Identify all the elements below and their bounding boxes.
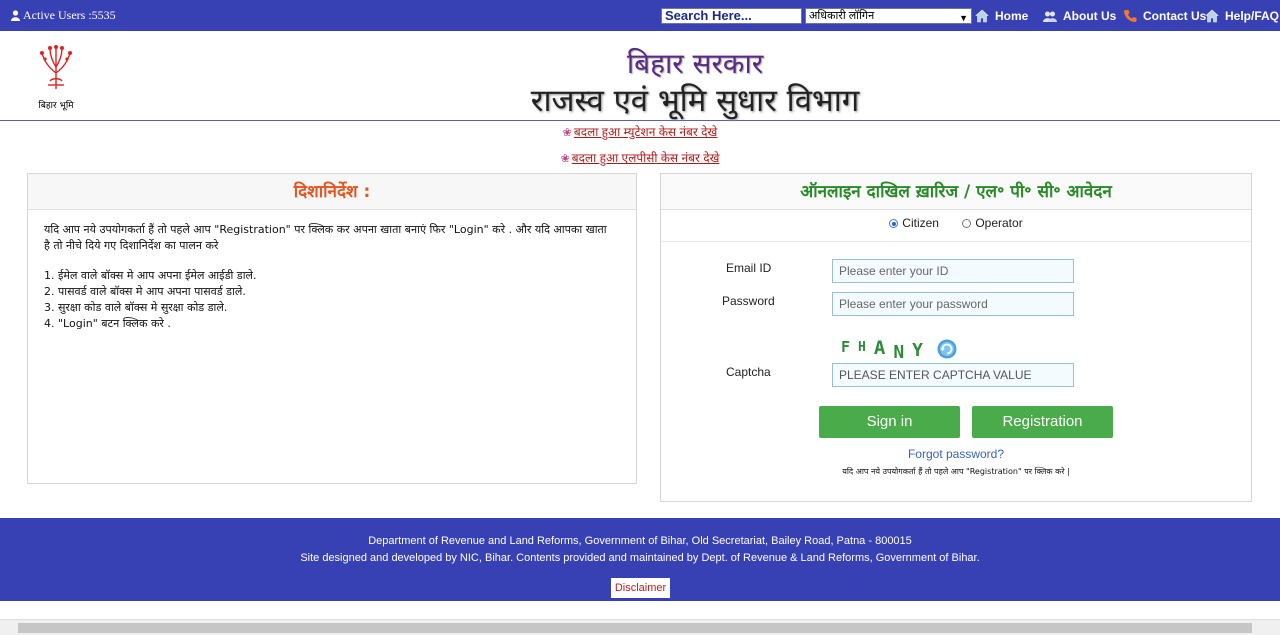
scrollbar-thumb[interactable]: [18, 623, 1252, 633]
active-users-text: Active Users :5535: [23, 8, 116, 22]
top-bar: Active Users :5535 Search Here... अधिकार…: [0, 0, 1280, 31]
site-footer: Department of Revenue and Land Reforms, …: [0, 518, 1280, 601]
guidelines-body: यदि आप नये उपयोगकर्ता हैं तो पहले आप "Re…: [28, 210, 636, 344]
mutation-case-link[interactable]: बदला हुआ म्युटेशन केस नंबर देखे: [574, 125, 717, 139]
officer-login-value: अधिकारी लॉगिन: [809, 10, 875, 22]
captcha-image: F H A N Y: [841, 334, 957, 364]
footer-credits: Site designed and developed by NIC, Biha…: [300, 552, 980, 564]
registration-note: यदि आप नये उपयोगकर्ता हैं तो पहले आप "Re…: [842, 467, 1070, 476]
password-label: Password: [722, 294, 775, 308]
guidelines-intro-1: यदि आप नये उपयोगकर्ता हैं तो पहले आप "Re…: [44, 223, 607, 236]
flower-icon: ❀: [560, 153, 570, 165]
group-icon: [1043, 11, 1057, 22]
home-icon: [1205, 9, 1219, 23]
captcha-char: N: [893, 342, 905, 363]
radio-citizen[interactable]: [889, 219, 899, 228]
officer-login-select[interactable]: अधिकारी लॉगिन ▼: [805, 8, 972, 24]
captcha-char: Y: [912, 340, 923, 361]
footer-address: Department of Revenue and Land Reforms, …: [368, 535, 912, 547]
user-icon: [11, 10, 20, 21]
lpc-case-link[interactable]: बदला हुआ एलपीसी केस नंबर देखे: [572, 151, 720, 165]
role-selector: Citizen Operator: [661, 212, 1251, 242]
government-title: बिहार सरकार: [626, 47, 764, 80]
flower-icon: ❀: [562, 127, 572, 139]
notice-lpc-case[interactable]: ❀ बदला हुआ एलपीसी केस नंबर देखे: [0, 149, 1280, 166]
guideline-step: 2. पासवर्ड वाले बॉक्स मे आप अपना पासवर्ड…: [44, 285, 246, 298]
department-title: राजस्व एवं भूमि सुधार विभाग: [530, 83, 860, 119]
nav-contact[interactable]: Contact Us: [1123, 9, 1206, 23]
nav-about[interactable]: About Us: [1043, 9, 1116, 23]
role-citizen-option[interactable]: Citizen: [889, 216, 939, 230]
nav-home-label: Home: [995, 9, 1029, 23]
nav-help[interactable]: Help/FAQ: [1205, 9, 1279, 23]
role-operator-label: Operator: [975, 216, 1023, 230]
captcha-char: H: [858, 340, 866, 355]
captcha-char: F: [841, 338, 851, 356]
guideline-step: 1. ईमेल वाले बॉक्स मे आप अपना ईमेल आईडी …: [44, 269, 257, 282]
guideline-step: 3. सुरक्षा कोड वाले बॉक्स मे सुरक्षा कोड…: [44, 301, 228, 314]
captcha-field[interactable]: PLEASE ENTER CAPTCHA VALUE: [832, 363, 1074, 387]
guideline-step: 4. "Login" बटन क्लिक करे .: [44, 317, 171, 330]
nav-home[interactable]: Home: [975, 9, 1028, 23]
role-citizen-label: Citizen: [902, 216, 939, 230]
nav-help-label: Help/FAQ: [1225, 9, 1280, 23]
refresh-captcha-icon[interactable]: [937, 339, 957, 359]
forgot-password-text[interactable]: Forgot password?: [908, 447, 1004, 461]
password-field[interactable]: Please enter your password: [832, 292, 1074, 316]
active-users-counter: Active Users :5535: [11, 8, 116, 23]
site-header: बिहार भूमि बिहार सरकार राजस्व एवं भूमि स…: [0, 31, 1280, 121]
guidelines-intro-2: है तो नीचे दिये गए दिशानिर्देश का पालन क…: [44, 239, 219, 252]
guidelines-panel: दिशानिर्देश : यदि आप नये उपयोगकर्ता हैं …: [27, 173, 637, 484]
guidelines-title: दिशानिर्देश :: [28, 174, 636, 210]
sign-in-button[interactable]: Sign in: [819, 406, 960, 438]
horizontal-scrollbar[interactable]: [0, 619, 1280, 635]
search-input[interactable]: Search Here...: [661, 8, 802, 24]
captcha-char: A: [873, 337, 886, 359]
registration-button[interactable]: Registration: [972, 406, 1113, 438]
nav-contact-label: Contact Us: [1143, 9, 1207, 23]
login-panel: ऑनलाइन दाखिल ख़ारिज / एल॰ पी॰ सी॰ आवेदन …: [660, 173, 1252, 502]
role-operator-option[interactable]: Operator: [962, 216, 1023, 230]
captcha-label: Captcha: [726, 365, 771, 379]
forgot-password-link[interactable]: Forgot password?: [661, 447, 1251, 461]
email-label: Email ID: [726, 261, 772, 275]
email-field[interactable]: Please enter your ID: [832, 259, 1074, 283]
radio-operator[interactable]: [962, 219, 972, 228]
disclaimer-button[interactable]: Disclaimer: [611, 578, 670, 598]
nav-about-label: About Us: [1063, 9, 1117, 23]
chevron-down-icon: ▼: [959, 13, 968, 23]
notice-mutation-case[interactable]: ❀ बदला हुआ म्युटेशन केस नंबर देखे: [0, 123, 1280, 140]
login-title: ऑनलाइन दाखिल ख़ारिज / एल॰ पी॰ सी॰ आवेदन: [661, 174, 1251, 210]
phone-icon: [1124, 10, 1137, 22]
home-icon: [975, 9, 989, 23]
